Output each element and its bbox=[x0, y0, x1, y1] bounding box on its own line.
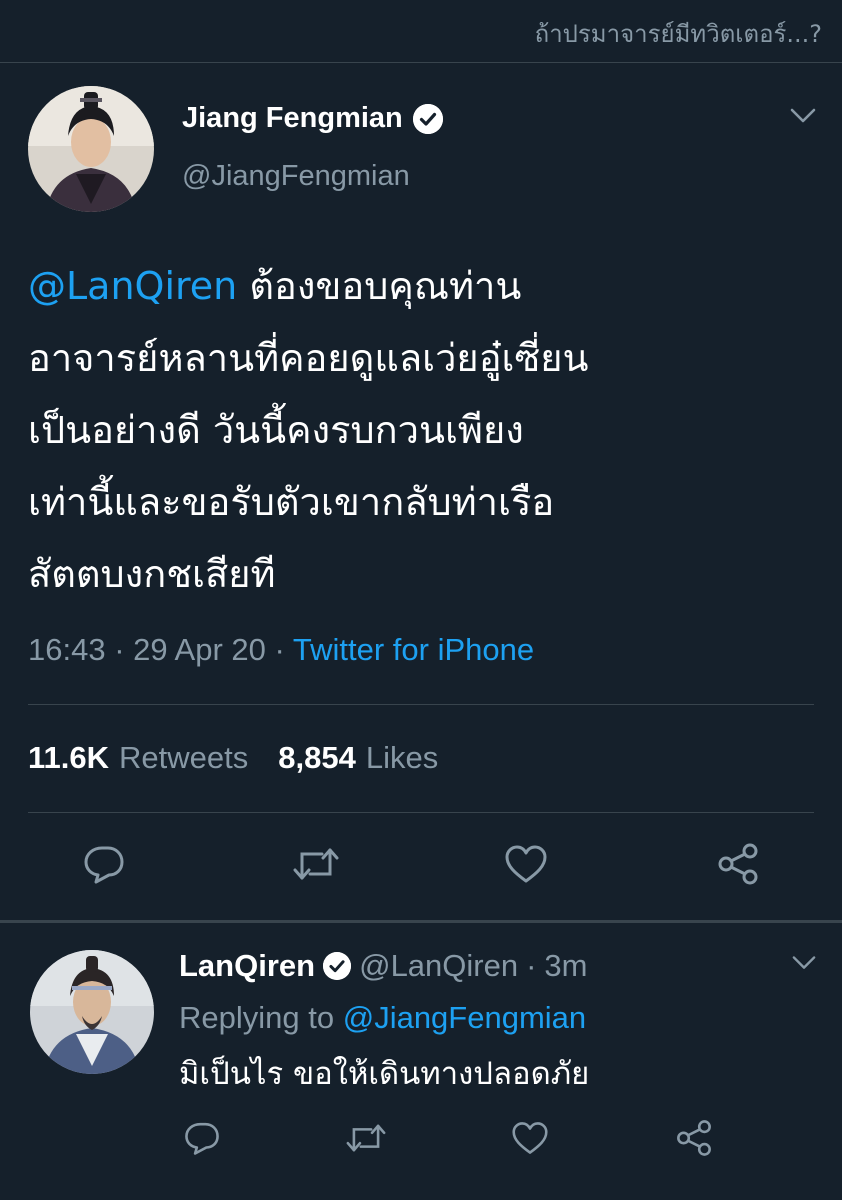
tweet-line: เท่านี้และขอรับตัวเขากลับท่าเรือ bbox=[28, 480, 555, 524]
replying-to: Replying to @JiangFengmian bbox=[179, 1000, 586, 1036]
chevron-down-icon[interactable] bbox=[792, 955, 816, 975]
share-button[interactable] bbox=[664, 1110, 724, 1170]
tweet-source-link[interactable]: Twitter for iPhone bbox=[293, 632, 534, 667]
reply-header: LanQiren @LanQiren · 3m bbox=[179, 948, 588, 984]
tweet-line-text: ต้องขอบคุณท่าน bbox=[249, 264, 522, 308]
like-icon bbox=[503, 843, 549, 889]
tweet-date[interactable]: 29 Apr 20 bbox=[133, 632, 266, 667]
tweet-line: เป็นอย่างดี วันนี้คงรบกวนเพียง bbox=[28, 408, 524, 452]
mention-link[interactable]: @LanQiren bbox=[28, 264, 237, 308]
chevron-down-icon[interactable] bbox=[790, 108, 816, 128]
like-button[interactable] bbox=[500, 1110, 560, 1170]
tweet-stats: 11.6K Retweets 8,854 Likes bbox=[28, 740, 438, 776]
like-button[interactable] bbox=[496, 836, 556, 896]
tweet-time[interactable]: 16:43 bbox=[28, 632, 106, 667]
share-icon bbox=[674, 1118, 714, 1162]
author-name[interactable]: Jiang Fengmian bbox=[182, 102, 443, 135]
top-divider bbox=[0, 62, 842, 63]
likes-label: Likes bbox=[365, 740, 439, 775]
reply-author-avatar[interactable] bbox=[30, 950, 154, 1074]
meta-separator: · bbox=[114, 632, 134, 667]
author-name-text[interactable]: Jiang Fengmian bbox=[182, 102, 403, 135]
reply-button[interactable] bbox=[74, 836, 134, 896]
retweet-icon bbox=[292, 842, 340, 890]
retweet-button[interactable] bbox=[336, 1110, 396, 1170]
section-separator bbox=[0, 920, 842, 923]
replying-to-link[interactable]: @JiangFengmian bbox=[343, 1000, 586, 1035]
verified-badge-icon bbox=[412, 103, 443, 134]
tweet-actions bbox=[0, 836, 842, 896]
divider bbox=[28, 704, 814, 705]
tweet-line: สัตตบงกชเสียที bbox=[28, 552, 276, 596]
author-avatar[interactable] bbox=[28, 86, 154, 212]
reply-author-name[interactable]: LanQiren bbox=[179, 948, 315, 984]
reply-time[interactable]: 3m bbox=[544, 948, 587, 984]
retweets-stat[interactable]: 11.6K Retweets bbox=[28, 740, 248, 776]
verified-badge-icon bbox=[323, 952, 352, 980]
retweets-label: Retweets bbox=[119, 740, 249, 775]
reply-actions bbox=[0, 1110, 842, 1170]
tweet-line: @LanQiren ต้องขอบคุณท่าน bbox=[28, 250, 818, 322]
meta-separator: · bbox=[526, 948, 537, 983]
replying-prefix: Replying to bbox=[179, 1000, 335, 1035]
retweets-count: 11.6K bbox=[28, 740, 110, 775]
share-button[interactable] bbox=[708, 836, 768, 896]
retweet-icon bbox=[345, 1119, 387, 1161]
reply-icon bbox=[82, 842, 126, 890]
watermark-caption: ถ้าปรมาจารย์มีทวิตเตอร์...? bbox=[534, 20, 822, 48]
likes-count: 8,854 bbox=[278, 740, 356, 775]
like-icon bbox=[510, 1120, 550, 1160]
share-icon bbox=[715, 841, 761, 891]
reply-author-handle[interactable]: @LanQiren bbox=[359, 948, 518, 984]
tweet-meta: 16:43 · 29 Apr 20 · Twitter for iPhone bbox=[28, 632, 534, 668]
meta-separator: · bbox=[274, 632, 293, 667]
reply-text: มิเป็นไร ขอให้เดินทางปลอดภัย bbox=[179, 1056, 590, 1092]
likes-stat[interactable]: 8,854 Likes bbox=[278, 740, 438, 776]
retweet-button[interactable] bbox=[286, 836, 346, 896]
divider bbox=[28, 812, 814, 813]
author-handle[interactable]: @JiangFengmian bbox=[182, 160, 410, 193]
reply-icon bbox=[183, 1119, 221, 1161]
tweet-text: @LanQiren ต้องขอบคุณท่าน อาจารย์หลานที่ค… bbox=[28, 250, 818, 610]
tweet-line: อาจารย์หลานที่คอยดูแลเว่ยอู๋เซี่ยน bbox=[28, 336, 589, 380]
reply-button[interactable] bbox=[172, 1110, 232, 1170]
